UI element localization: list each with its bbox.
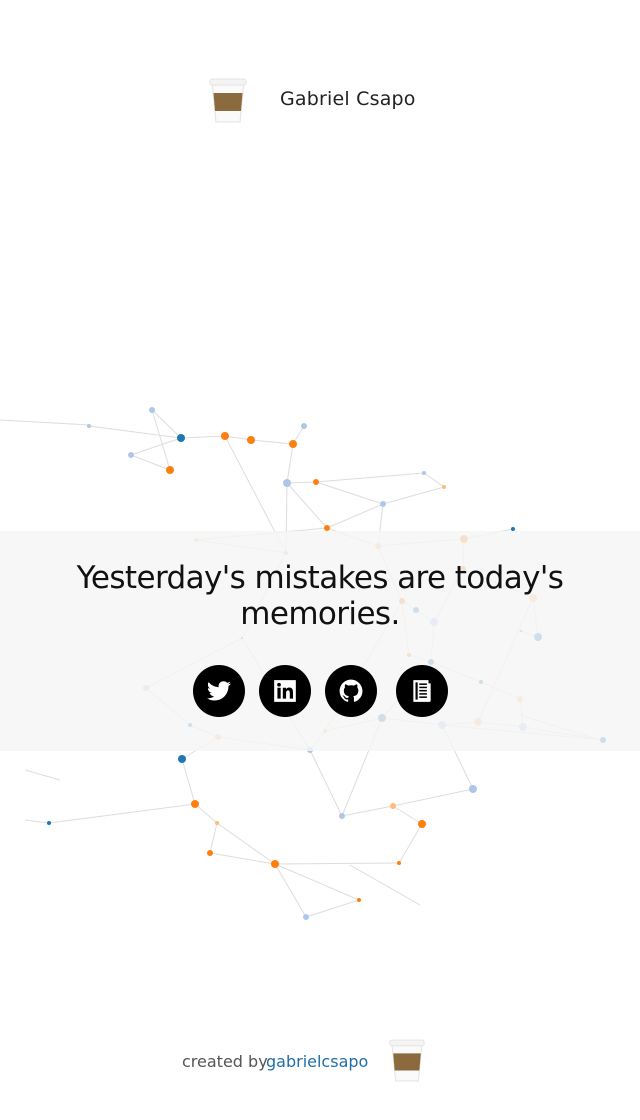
graph-edge: [88, 425, 182, 439]
quote: Yesterday's mistakes are today's memorie…: [40, 560, 600, 632]
graph-node[interactable]: [397, 861, 401, 865]
graph-node[interactable]: [166, 466, 174, 474]
graph-node[interactable]: [178, 755, 186, 763]
graph-edge: [315, 472, 425, 483]
created-by-label: created by: [182, 1052, 268, 1071]
graph-edge: [48, 803, 196, 824]
graph-edge: [309, 749, 343, 817]
coffee-cup-icon[interactable]: [208, 76, 248, 124]
graph-edge: [180, 435, 226, 439]
graph-edge: [0, 419, 91, 426]
graph-node[interactable]: [87, 424, 91, 428]
graph-edge: [382, 486, 445, 505]
graph-edge: [181, 758, 196, 805]
graph-node[interactable]: [289, 440, 297, 448]
graph-edge: [341, 805, 394, 817]
author-link[interactable]: gabrielcsapo: [266, 1052, 368, 1071]
graph-node[interactable]: [418, 820, 426, 828]
graph-node[interactable]: [390, 803, 396, 809]
twitter-icon: [207, 681, 231, 701]
graph-edge: [326, 503, 384, 529]
graph-edge: [24, 819, 50, 824]
graph-edge: [209, 852, 276, 865]
graph-node[interactable]: [469, 785, 477, 793]
graph-edge: [315, 481, 384, 505]
graph-node[interactable]: [303, 914, 309, 920]
graph-edge: [274, 863, 307, 918]
graph-node[interactable]: [128, 452, 134, 458]
graph-edge: [398, 823, 423, 864]
graph-node[interactable]: [271, 860, 279, 868]
graph-node[interactable]: [215, 821, 219, 825]
site-name[interactable]: Gabriel Csapo: [280, 88, 416, 110]
graph-node[interactable]: [47, 821, 51, 825]
graph-node[interactable]: [283, 479, 291, 487]
social-links: [0, 665, 640, 717]
twitter-button[interactable]: [193, 665, 245, 717]
graph-edge: [24, 769, 61, 781]
github-button[interactable]: [325, 665, 377, 717]
graph-node[interactable]: [313, 479, 319, 485]
graph-node[interactable]: [149, 407, 155, 413]
graph-node[interactable]: [301, 423, 307, 429]
quote-line-1: Yesterday's mistakes are today's: [76, 560, 564, 596]
graph-node[interactable]: [422, 471, 426, 475]
graph-edge: [274, 863, 360, 901]
graph-edge: [194, 803, 218, 824]
header: Gabriel Csapo: [0, 70, 640, 130]
graph-edge: [130, 454, 171, 471]
linkedin-icon: [274, 680, 296, 702]
graph-node[interactable]: [207, 850, 213, 856]
graph-node[interactable]: [380, 501, 386, 507]
graph-node[interactable]: [442, 485, 446, 489]
graph-edge: [286, 481, 317, 484]
coffee-cup-icon[interactable]: [388, 1036, 426, 1084]
graph-edge: [392, 788, 474, 807]
graph-edge: [286, 482, 328, 529]
newspaper-icon: [413, 680, 431, 702]
graph-edge: [209, 822, 218, 854]
graph-node[interactable]: [339, 813, 345, 819]
graph-node[interactable]: [247, 436, 255, 444]
graph-node[interactable]: [191, 800, 199, 808]
graph-node[interactable]: [357, 898, 361, 902]
graph-edge: [216, 822, 276, 865]
graph-node[interactable]: [177, 434, 185, 442]
graph-edge: [286, 443, 294, 484]
github-icon: [339, 679, 363, 702]
graph-node[interactable]: [221, 432, 229, 440]
quote-line-2: memories.: [240, 596, 400, 632]
blog-button[interactable]: [396, 665, 448, 717]
footer: created by gabrielcsapo: [0, 1036, 640, 1086]
graph-edge: [130, 437, 182, 456]
linkedin-button[interactable]: [259, 665, 311, 717]
graph-edge: [274, 862, 400, 865]
graph-edge: [423, 472, 445, 488]
graph-edge: [392, 805, 423, 825]
graph-edge: [305, 899, 360, 918]
graph-edge: [250, 439, 294, 445]
